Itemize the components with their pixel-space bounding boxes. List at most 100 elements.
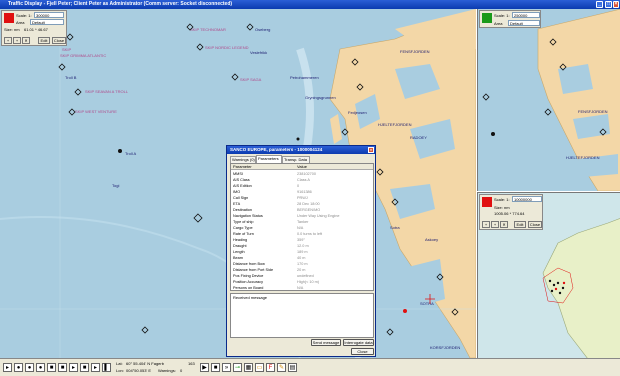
maximize-icon[interactable]: □ (605, 1, 612, 8)
map-label-seavan: SKIP SEAVAN A TROLL (85, 89, 129, 94)
br-edit-button[interactable]: Edit (514, 221, 526, 228)
play-icon[interactable]: ▶ (200, 363, 209, 372)
status-color-swatch (4, 13, 14, 23)
stop-icon[interactable]: ■ (211, 363, 220, 372)
ship-icon (196, 43, 204, 51)
add-icon[interactable]: + (482, 221, 490, 228)
add-icon[interactable]: + (4, 37, 12, 44)
area-select[interactable]: Default (30, 19, 64, 25)
step-icon[interactable]: ▸ (91, 363, 100, 372)
map-label-fensfjorden: FENSFJORDEN (400, 49, 430, 54)
close-button[interactable]: Close (52, 37, 66, 44)
top-right-map[interactable]: FENSFJORDEN HJELTEFJORDEN Scale: 1: 2500… (477, 9, 620, 191)
received-message-box[interactable]: Received message (230, 293, 374, 338)
window-title-bar: Traffic Display - Fjell Peter; Client Pe… (0, 0, 620, 9)
parameter-row: Persons on Board N/A (231, 285, 373, 291)
br-scale-select[interactable]: 10000000 (512, 196, 542, 202)
br-scale-label: Scale: 1: (494, 197, 510, 202)
map-label-grimma-name: SKIP GRIMMA ATLANTIC (60, 53, 106, 58)
map-label-technomar: SKIP TECHNOMAR (190, 27, 226, 32)
stop-icon[interactable]: ■ (47, 363, 56, 372)
status-color-swatch-red (482, 197, 492, 207)
bottom-right-map[interactable]: Scale: 1: 10000000 Size: nm 1005.06 * 77… (477, 192, 620, 358)
column-header-value: Value (297, 164, 307, 169)
stop-icon[interactable]: ■ (58, 363, 67, 372)
tr-area-label: Area (494, 21, 503, 26)
window-title: Traffic Display - Fjell Peter; Client Pe… (8, 1, 233, 7)
measure-icon[interactable]: ✕ (22, 37, 30, 44)
parameter-name: Persons on Board (233, 286, 264, 290)
map-label-veslefrikk: Veslefrikk (250, 50, 267, 55)
tab-parameters[interactable]: Parameters (256, 155, 282, 163)
area-label: Area (16, 20, 25, 25)
fax-icon[interactable]: F (266, 363, 275, 372)
platform-icon (118, 149, 122, 153)
map-label-askoey: Askoey (425, 237, 438, 242)
target-count: 163 (188, 361, 195, 366)
map-label-troll-b: Troll B (65, 75, 77, 80)
parameters-table-header: Parameter Value (231, 164, 373, 170)
warnings-value: 0 (180, 368, 183, 373)
pause-icon[interactable]: ▌ (102, 363, 111, 372)
tr-scale-label: Scale: 1: (494, 13, 510, 18)
warnings-label: Warnings: (158, 368, 176, 373)
platform-icon (491, 132, 495, 136)
map-label-petrohammeren: Petrohammeren (290, 75, 319, 80)
record-icon[interactable]: ● (36, 363, 45, 372)
received-message-label: Received message (233, 295, 268, 300)
size-value: 61.01 * 46.67 (24, 27, 48, 32)
ship-icon (544, 108, 552, 116)
measure-icon[interactable]: ✕ (500, 221, 508, 228)
document-icon[interactable]: ▤ (288, 363, 297, 372)
zoom-in-icon[interactable]: + (491, 221, 499, 228)
dialog-close-icon[interactable]: × (368, 147, 374, 153)
note-icon[interactable]: ✎ (277, 363, 286, 372)
tab-transp-data[interactable]: Transp. Data (282, 156, 310, 163)
send-message-button[interactable]: Send message (311, 339, 341, 346)
lock-icon[interactable]: ⊸ (233, 363, 242, 372)
dialog-title: SANCO EUROPE, parameters - 1000004124 (230, 147, 323, 152)
ship-icon (141, 326, 149, 334)
minimize-icon[interactable]: _ (596, 1, 603, 8)
prev-icon[interactable]: ▸ (3, 363, 12, 372)
step-icon[interactable]: ▸ (69, 363, 78, 372)
ship-icon (231, 73, 239, 81)
map-label-sotra-2: SOTRA (420, 301, 434, 306)
interrogate-data-button[interactable]: Interrogate data (343, 339, 374, 346)
tr-area-select[interactable]: Default (508, 20, 540, 26)
ship-icon (246, 23, 254, 31)
zoom-in-icon[interactable]: + (13, 37, 21, 44)
size-label: Size: nm (4, 27, 20, 32)
br-close-button[interactable]: Close (528, 221, 542, 228)
ship-icon (386, 328, 394, 336)
scale-select[interactable]: 300000 (34, 12, 64, 18)
ship-icon (193, 213, 203, 223)
close-icon[interactable]: × (613, 1, 619, 8)
tab-warnings[interactable]: Warnings (0) (230, 156, 256, 163)
lon-label: Lon: (116, 368, 124, 373)
record-icon[interactable]: ● (14, 363, 23, 372)
map-label-sotra: Sotra (390, 225, 400, 230)
forward-icon[interactable]: » (222, 363, 231, 372)
edit-button[interactable]: Edit (38, 37, 50, 44)
tr-scale-select[interactable]: 250000 (512, 12, 540, 18)
stop-icon[interactable]: ■ (80, 363, 89, 372)
folder-icon[interactable]: ▭ (255, 363, 264, 372)
platform-icon (296, 137, 300, 141)
status-color-swatch-green (482, 13, 492, 23)
map-label-grimma: SKIP (62, 47, 71, 52)
ship-icon (66, 33, 74, 41)
grid-icon[interactable]: ▦ (244, 363, 253, 372)
record-icon[interactable]: ● (25, 363, 34, 372)
map-label-nordic-legend: SKIP NORDIC LEGEND (205, 45, 249, 50)
parameters-table: Parameter Value MMSI 238102700 AIS Class Cl… (230, 163, 374, 291)
map-label-saga: SKIP SAGA (240, 77, 262, 82)
top-right-map-canvas: FENSFJORDEN HJELTEFJORDEN (482, 9, 620, 191)
map-label-oseberg: Oseberg (255, 27, 270, 32)
bottom-right-scale-control: Scale: 1: 10000000 Size: nm 1005.06 * 77… (479, 194, 543, 230)
dialog-close-button[interactable]: Close (351, 348, 374, 355)
dialog-title-bar: SANCO EUROPE, parameters - 1000004124 × (227, 146, 375, 154)
ship-icon (482, 93, 490, 101)
lon-value: 004°50.053' E (126, 368, 152, 373)
parameter-value: N/A (297, 286, 304, 290)
